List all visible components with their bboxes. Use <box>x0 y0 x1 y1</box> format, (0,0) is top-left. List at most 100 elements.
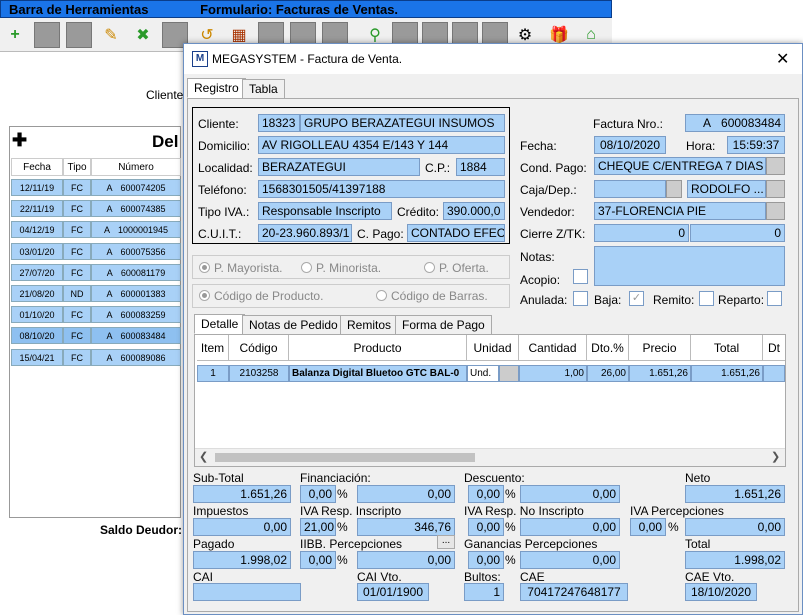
cliente-nombre-field[interactable]: GRUPO BERAZATEGUI INSUMOS <box>300 114 505 132</box>
iva-ri-pct-field[interactable]: 21,00 <box>300 518 336 536</box>
table-cell-numero[interactable]: A 600083259 <box>91 306 181 324</box>
table-cell-tipo[interactable]: FC <box>63 200 91 218</box>
descuento-pct-field[interactable]: 0,00 <box>468 485 504 503</box>
table-cell-fecha[interactable]: 27/07/20 <box>11 263 63 281</box>
grid-header-unidad[interactable]: Unidad <box>467 335 519 361</box>
hora-field[interactable]: 15:59:37 <box>727 136 785 154</box>
table-cell-numero[interactable]: A 600075356 <box>91 242 181 260</box>
cliente-codigo-field[interactable]: 18323 <box>258 114 300 132</box>
tab-tabla[interactable]: Tabla <box>242 79 285 99</box>
subtotal-field[interactable]: 1.651,26 <box>193 485 291 503</box>
iibb-pct-field[interactable]: 0,00 <box>300 551 336 569</box>
grid-cell-item[interactable]: 1 <box>197 365 229 382</box>
table-cell-fecha[interactable]: 22/11/19 <box>11 200 63 218</box>
table-cell-fecha[interactable]: 01/10/20 <box>11 306 63 324</box>
cuit-field[interactable]: 20-23.960.893/1 <box>258 224 352 242</box>
grid-header-cantidad[interactable]: Cantidad <box>519 335 587 361</box>
column-header-tipo[interactable]: Tipo <box>63 158 91 176</box>
radio-codigo-producto[interactable]: Código de Producto. <box>199 289 323 303</box>
grid-row[interactable]: 1 2103258 Balanza Digital Bluetoo GTC BA… <box>195 365 785 382</box>
grid-header-dt[interactable]: Dt <box>763 335 785 361</box>
domicilio-field[interactable]: AV RIGOLLEAU 4354 E/143 Y 144 <box>258 136 505 154</box>
iva-rni-pct-field[interactable]: 0,00 <box>468 518 504 536</box>
table-cell-numero[interactable]: A 600001383 <box>91 285 181 302</box>
telefono-field[interactable]: 1568301505/41397188 <box>258 180 505 198</box>
cond-pago-field[interactable]: CHEQUE C/ENTREGA 7 DIAS <box>594 157 766 175</box>
table-cell-numero[interactable]: A 600074205 <box>91 179 181 196</box>
add-icon[interactable]: + <box>2 22 28 48</box>
save-icon[interactable] <box>34 22 60 48</box>
tab-registro[interactable]: Registro <box>187 78 246 98</box>
table-cell-numero[interactable]: A 600089086 <box>91 348 181 366</box>
save-as-icon[interactable] <box>66 22 92 48</box>
tab-remitos[interactable]: Remitos <box>340 315 399 335</box>
table-cell-numero[interactable]: A 600083484 <box>91 327 181 345</box>
grid-cell-cantidad[interactable]: 1,00 <box>519 365 587 382</box>
table-cell-tipo[interactable]: FC <box>63 263 91 281</box>
table-cell-fecha[interactable]: 04/12/19 <box>11 221 63 239</box>
grid-cell-total[interactable]: 1.651,26 <box>691 365 763 382</box>
unidad-dropdown[interactable] <box>499 365 519 382</box>
delete-icon[interactable]: ✖ <box>130 22 156 48</box>
fecha-field[interactable]: 08/10/2020 <box>594 136 666 154</box>
financiacion-pct-field[interactable]: 0,00 <box>300 485 336 503</box>
grid-header-total[interactable]: Total <box>691 335 763 361</box>
grid-cell-dt[interactable] <box>763 365 785 382</box>
caja-dropdown[interactable] <box>666 180 682 198</box>
table-cell-fecha[interactable]: 08/10/20 <box>11 327 63 345</box>
iibb-field[interactable]: 0,00 <box>357 551 455 569</box>
baja-checkbox[interactable]: ✓ <box>629 291 644 306</box>
expand-icon[interactable]: ✚ <box>12 130 27 151</box>
table-cell-fecha[interactable]: 15/04/21 <box>11 348 63 366</box>
cierre-tk-field[interactable]: 0 <box>690 224 785 242</box>
factura-numero-field[interactable]: A 600083484 <box>685 114 785 132</box>
table-cell-tipo[interactable]: FC <box>63 306 91 324</box>
grid-cell-unidad[interactable]: Und. <box>467 365 499 382</box>
caja-field[interactable] <box>594 180 666 198</box>
cond-pago-dropdown[interactable] <box>766 157 785 175</box>
caja-user-field[interactable]: RODOLFO ... <box>687 180 766 198</box>
caja-user-dropdown[interactable] <box>766 180 785 198</box>
bultos-field[interactable]: 1 <box>464 583 504 601</box>
scroll-right-icon[interactable]: ❯ <box>771 450 780 463</box>
grid-cell-precio[interactable]: 1.651,26 <box>629 365 691 382</box>
cae-vto-field[interactable]: 18/10/2020 <box>685 583 757 601</box>
ganancias-field[interactable]: 0,00 <box>520 551 620 569</box>
vendedor-dropdown[interactable] <box>766 202 785 220</box>
total-field[interactable]: 1.998,02 <box>685 551 785 569</box>
table-cell-tipo[interactable]: FC <box>63 179 91 196</box>
grid-header-precio[interactable]: Precio <box>629 335 691 361</box>
radio-oferta[interactable]: P. Oferta. <box>424 261 489 275</box>
column-header-fecha[interactable]: Fecha <box>11 158 63 176</box>
tipo-iva-field[interactable]: Responsable Inscripto <box>258 202 392 220</box>
radio-codigo-barras[interactable]: Código de Barras. <box>376 289 488 303</box>
pagado-field[interactable]: 1.998,02 <box>193 551 291 569</box>
descuento-field[interactable]: 0,00 <box>520 485 620 503</box>
grid-header-producto[interactable]: Producto <box>289 335 467 361</box>
edit-pencil-icon[interactable]: ✎ <box>98 22 124 48</box>
iibb-ellipsis-button[interactable]: ... <box>437 535 455 549</box>
financiacion-field[interactable]: 0,00 <box>357 485 455 503</box>
ganancias-pct-field[interactable]: 0,00 <box>468 551 504 569</box>
table-cell-tipo[interactable]: FC <box>63 348 91 366</box>
iva-ri-field[interactable]: 346,76 <box>357 518 455 536</box>
reparto-checkbox[interactable] <box>767 291 782 306</box>
table-cell-numero[interactable]: A 600081179 <box>91 263 181 281</box>
grid-cell-codigo[interactable]: 2103258 <box>229 365 289 382</box>
vendedor-field[interactable]: 37-FLORENCIA PIE <box>594 202 766 220</box>
cierre-z-field[interactable]: 0 <box>594 224 689 242</box>
iva-rni-field[interactable]: 0,00 <box>520 518 620 536</box>
credito-field[interactable]: 390.000,0 <box>443 202 505 220</box>
cae-field[interactable]: 70417247648177 <box>520 583 628 601</box>
scrollbar-thumb[interactable] <box>215 453 475 462</box>
iva-percepciones-pct-field[interactable]: 0,00 <box>630 518 666 536</box>
radio-mayorista[interactable]: P. Mayorista. <box>199 261 282 275</box>
cai-field[interactable] <box>193 583 301 601</box>
impuestos-field[interactable]: 0,00 <box>193 518 291 536</box>
horizontal-scrollbar[interactable]: ❮ ❯ <box>195 448 785 466</box>
table-cell-tipo[interactable]: FC <box>63 242 91 260</box>
scroll-left-icon[interactable]: ❮ <box>199 450 208 463</box>
grid-header-codigo[interactable]: Código <box>229 335 289 361</box>
notas-field[interactable] <box>594 246 785 286</box>
iva-percepciones-field[interactable]: 0,00 <box>685 518 785 536</box>
